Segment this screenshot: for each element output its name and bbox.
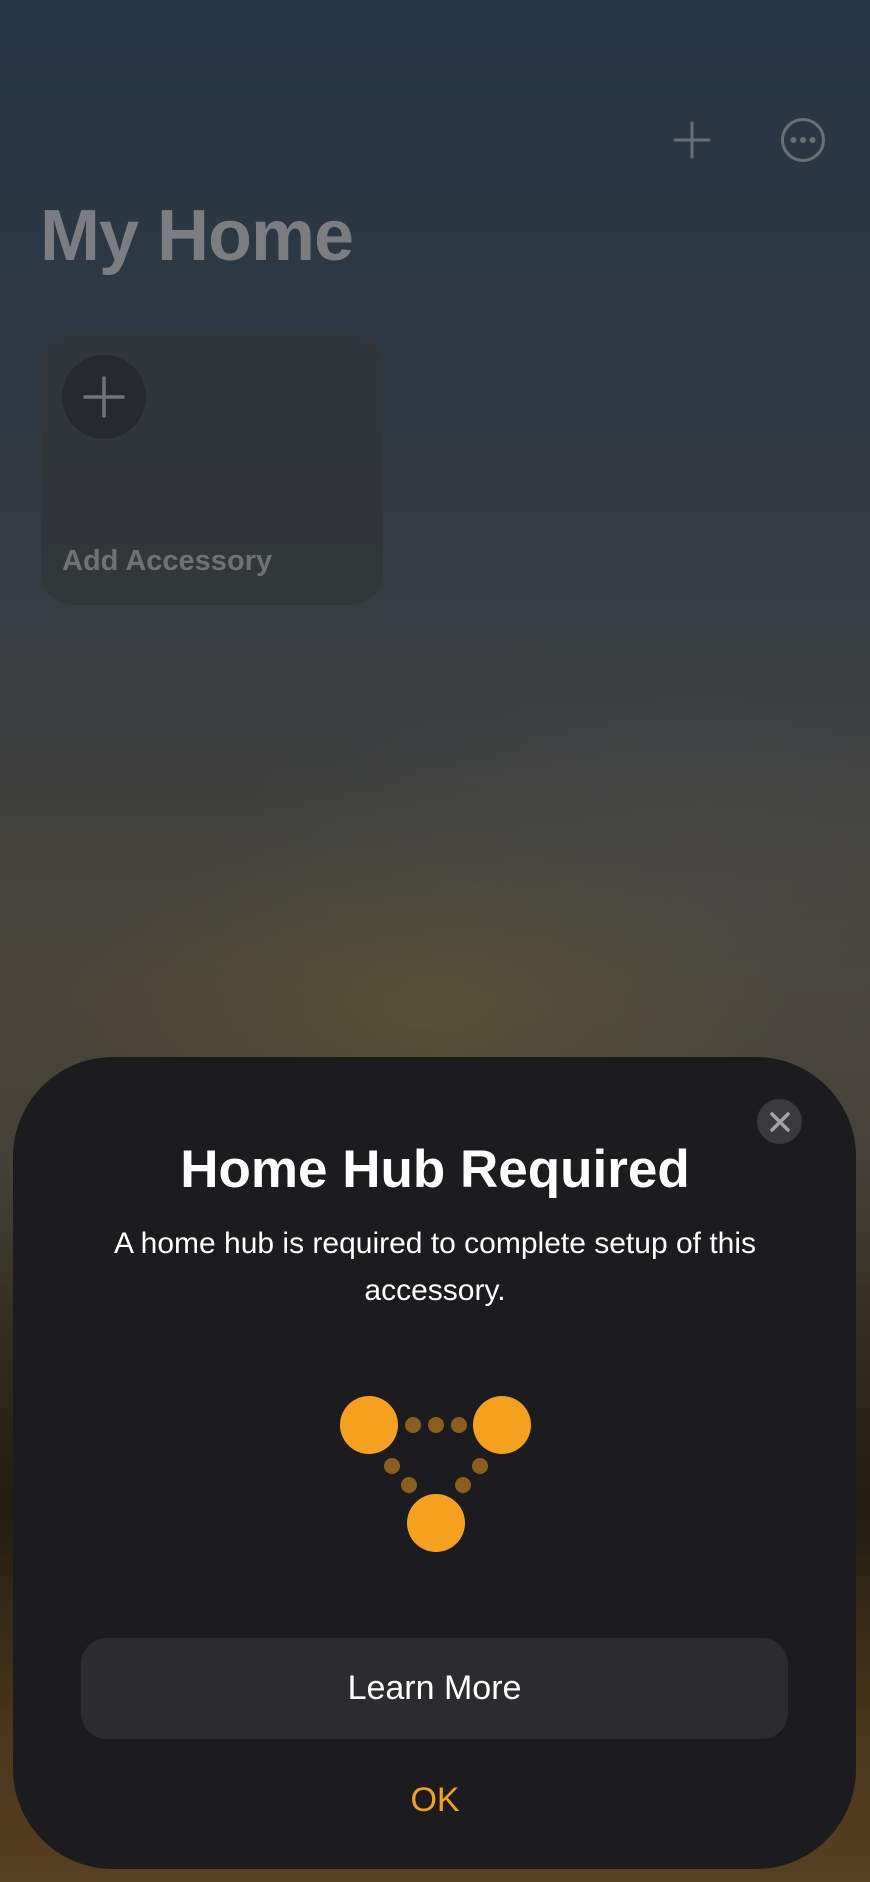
close-icon — [769, 1111, 790, 1132]
tile-label: Add Accessory — [62, 545, 273, 577]
add-accessory-tile[interactable]: Add Accessory — [41, 333, 383, 605]
add-button[interactable] — [660, 108, 724, 172]
sheet-message: A home hub is required to complete setup… — [113, 1227, 757, 1307]
ellipsis-circle-icon — [781, 118, 825, 162]
plus-icon — [83, 376, 125, 418]
more-options-button[interactable] — [771, 108, 835, 172]
ok-button[interactable]: OK — [335, 1772, 535, 1828]
page-title: My Home — [40, 196, 354, 276]
learn-more-button[interactable]: Learn More — [81, 1638, 788, 1739]
tile-plus-button — [62, 355, 146, 439]
sheet-title: Home Hub Required — [180, 1140, 690, 1199]
home-hub-network-icon — [340, 1396, 531, 1552]
plus-icon — [673, 121, 711, 159]
